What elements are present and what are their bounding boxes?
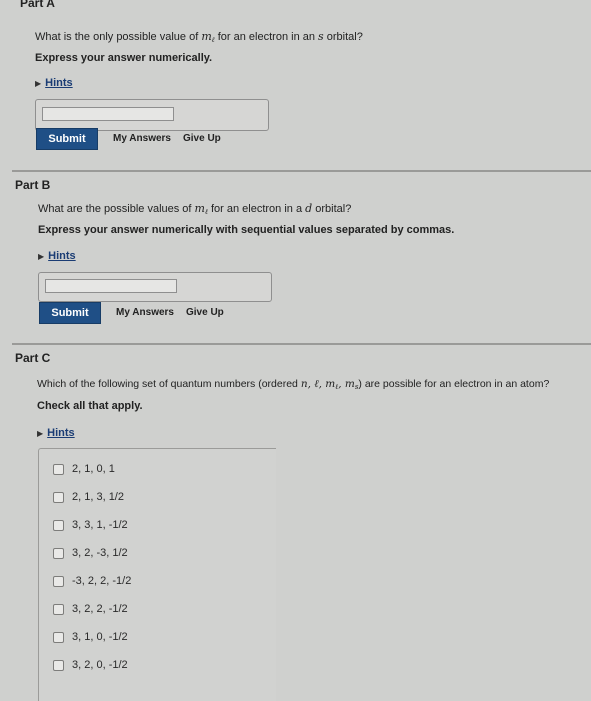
options-list: 2, 1, 0, 1 2, 1, 3, 1/2 3, 3, 1, -1/2 3,… [53, 462, 263, 672]
option-6[interactable]: 3, 2, 2, -1/2 [53, 602, 263, 616]
part-c-question-post: ) are possible for an electron in an ato… [358, 378, 550, 390]
part-b-var: mℓ [194, 202, 208, 216]
checkbox[interactable] [53, 603, 64, 615]
part-c-question-pre: Which of the following set of quantum nu… [37, 378, 298, 390]
part-a-question: What is the only possible value of mℓ fo… [35, 30, 363, 44]
caret-right-icon: ▶ [37, 429, 44, 438]
option-label: 3, 2, -3, 1/2 [72, 547, 128, 559]
caret-right-icon: ▶ [38, 252, 45, 261]
part-a-question-end: orbital? [326, 31, 363, 43]
part-a-var: mℓ [201, 30, 215, 44]
caret-right-icon: ▶ [35, 79, 42, 88]
part-b-give-up-button[interactable]: Give Up [186, 307, 224, 318]
part-b-submit-button[interactable]: Submit [39, 302, 101, 324]
part-b-my-answers-button[interactable]: My Answers [116, 307, 174, 318]
part-b-orbital-letter: d [305, 202, 313, 215]
part-a-hints-link[interactable]: Hints [45, 77, 73, 89]
option-label: 3, 2, 0, -1/2 [72, 659, 128, 671]
checkbox[interactable] [53, 463, 64, 475]
option-5[interactable]: -3, 2, 2, -1/2 [53, 574, 263, 588]
part-c-question: Which of the following set of quantum nu… [37, 378, 549, 391]
option-label: 3, 3, 1, -1/2 [72, 519, 128, 531]
option-4[interactable]: 3, 2, -3, 1/2 [53, 546, 263, 560]
part-a-submit-button[interactable]: Submit [36, 128, 98, 150]
checkbox[interactable] [53, 631, 64, 643]
part-b-question: What are the possible values of mℓ for a… [38, 202, 351, 216]
part-a-answer-input[interactable] [42, 107, 174, 121]
part-c-title: Part C [15, 351, 51, 365]
part-b-question-end: orbital? [315, 203, 352, 215]
part-c-hints-link[interactable]: Hints [47, 427, 75, 439]
divider [12, 343, 591, 345]
part-a-my-answers-button[interactable]: My Answers [113, 133, 171, 144]
option-8[interactable]: 3, 2, 0, -1/2 [53, 658, 263, 672]
checkbox[interactable] [53, 659, 64, 671]
option-label: 2, 1, 3, 1/2 [72, 491, 124, 503]
part-a-hints[interactable]: ▶ Hints [35, 73, 73, 91]
checkbox[interactable] [53, 547, 64, 559]
part-c-instruction: Check all that apply. [37, 400, 143, 412]
part-a-orbital-letter: s [318, 30, 324, 43]
option-label: 3, 1, 0, -1/2 [72, 631, 128, 643]
part-b-question-pre: What are the possible values of [38, 203, 192, 215]
option-label: -3, 2, 2, -1/2 [72, 575, 132, 587]
option-label: 3, 2, 2, -1/2 [72, 603, 128, 615]
part-c-hints[interactable]: ▶ Hints [37, 423, 75, 441]
option-2[interactable]: 2, 1, 3, 1/2 [53, 490, 263, 504]
part-a-instruction: Express your answer numerically. [35, 52, 213, 64]
part-b-title: Part B [15, 178, 51, 192]
part-b-question-post: for an electron in a [210, 203, 303, 215]
part-b-answer-input[interactable] [45, 279, 177, 293]
option-3[interactable]: 3, 3, 1, -1/2 [53, 518, 263, 532]
checkbox[interactable] [53, 575, 64, 587]
part-a-give-up-button[interactable]: Give Up [183, 133, 221, 144]
part-c-ordered-vars: n, ℓ, mℓ, ms [300, 378, 359, 391]
part-a-question-pre: What is the only possible value of [35, 31, 199, 43]
part-a-title: Part A [20, 0, 55, 10]
part-b-hints-link[interactable]: Hints [48, 250, 76, 262]
part-a-answer-box [35, 99, 269, 131]
part-c-options-panel: 2, 1, 0, 1 2, 1, 3, 1/2 3, 3, 1, -1/2 3,… [38, 448, 276, 701]
part-a-question-post: for an electron in an [217, 31, 315, 43]
part-b-answer-box [38, 272, 272, 302]
option-1[interactable]: 2, 1, 0, 1 [53, 462, 263, 476]
option-label: 2, 1, 0, 1 [72, 463, 115, 475]
part-b-instruction: Express your answer numerically with seq… [38, 224, 455, 236]
divider [12, 170, 591, 172]
part-b-hints[interactable]: ▶ Hints [38, 246, 76, 264]
option-7[interactable]: 3, 1, 0, -1/2 [53, 630, 263, 644]
checkbox[interactable] [53, 491, 64, 503]
checkbox[interactable] [53, 519, 64, 531]
